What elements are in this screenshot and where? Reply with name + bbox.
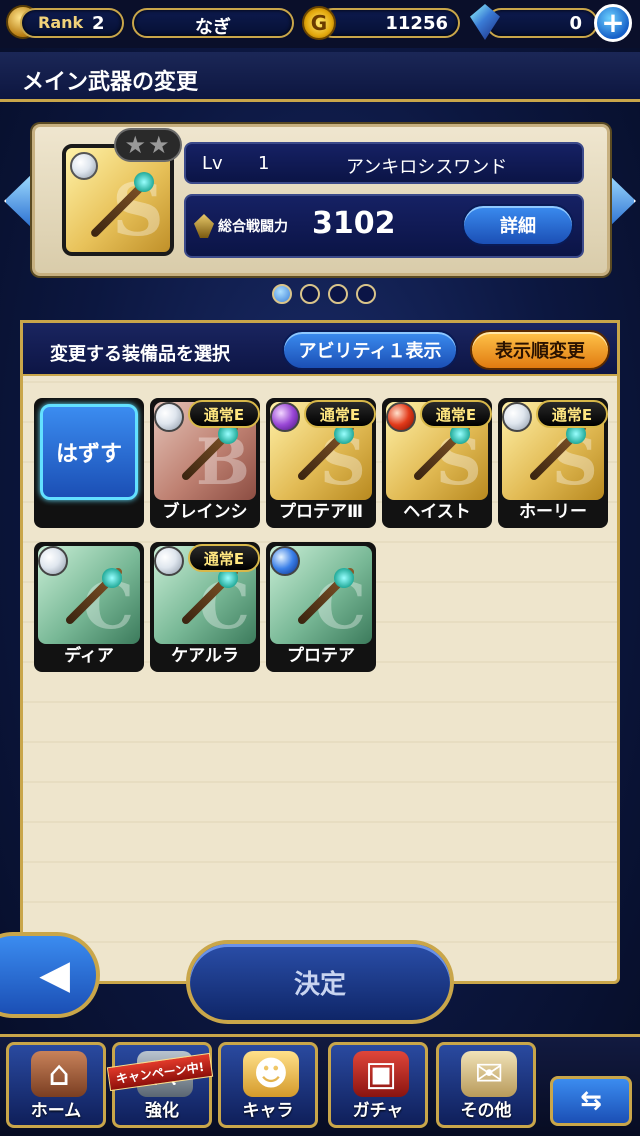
- gem-pill: 0: [486, 8, 598, 38]
- back-button[interactable]: ◀: [0, 932, 100, 1018]
- weapon-tile[interactable]: S 通常E ヘイスト: [382, 398, 492, 528]
- detail-button[interactable]: 詳細: [462, 204, 574, 246]
- ability-badge: 通常E: [420, 400, 492, 428]
- prev-arrow-icon[interactable]: [4, 172, 34, 230]
- weapon-tile[interactable]: B 通常E ブレインシ: [150, 398, 260, 528]
- unequip-tile[interactable]: はずす: [34, 398, 144, 528]
- status-bar: Rank 2 なぎ 11256 G 0 +: [0, 0, 640, 48]
- nav-item-label: 強化: [145, 1101, 179, 1121]
- weapon-tile-label: ヘイスト: [403, 502, 471, 522]
- weapon-tile[interactable]: S 通常E ホーリー: [498, 398, 608, 528]
- page-dot[interactable]: [272, 284, 292, 304]
- page-dot[interactable]: [328, 284, 348, 304]
- weapon-tile[interactable]: C ディア: [34, 542, 144, 672]
- blue-orb-icon: [270, 546, 300, 576]
- weapon-head-icon: [334, 568, 354, 588]
- nav-item-label: キャラ: [242, 1101, 294, 1121]
- weapon-tile-label: プロテアⅢ: [278, 502, 364, 522]
- nav-item-other[interactable]: ✉ その他: [436, 1042, 536, 1128]
- weapon-tile-label: ディア: [64, 646, 114, 666]
- nav-item-label: ホーム: [30, 1101, 82, 1121]
- weapon-tile-label: ホーリー: [519, 502, 587, 522]
- nav-item-label: その他: [460, 1101, 512, 1121]
- white-orb-icon: [154, 402, 184, 432]
- rank-value: 2: [92, 13, 105, 34]
- chest-icon: ▣: [353, 1051, 409, 1097]
- weapon-tile[interactable]: C 通常E ケアルラ: [150, 542, 260, 672]
- nav-item-label: ガチャ: [352, 1101, 404, 1121]
- rank-pill: Rank 2: [20, 8, 124, 38]
- level-row: Lv 1 アンキロシスワンド: [184, 142, 584, 184]
- power-crest-icon: [194, 214, 214, 238]
- nav-item-home[interactable]: ⌂ ホーム: [6, 1042, 106, 1128]
- ability-badge: 通常E: [188, 400, 260, 428]
- gil-icon: G: [302, 6, 336, 40]
- white-orb-icon: [502, 402, 532, 432]
- next-arrow-icon[interactable]: [606, 172, 636, 230]
- weapon-tile[interactable]: S 通常E プロテアⅢ: [266, 398, 376, 528]
- page-dot[interactable]: [300, 284, 320, 304]
- page-dot[interactable]: [356, 284, 376, 304]
- confirm-button[interactable]: 決定: [186, 940, 454, 1024]
- white-orb-icon: [38, 546, 68, 576]
- player-name: なぎ: [195, 17, 231, 38]
- sort-order-button[interactable]: 表示順変更: [470, 330, 610, 370]
- star-rating: ★★: [114, 128, 182, 162]
- nav-item-gacha[interactable]: ▣ ガチャ: [328, 1042, 428, 1128]
- weapon-name: アンキロシスワンド: [346, 157, 508, 178]
- page-indicator: [272, 284, 376, 304]
- title-bar: メイン武器の変更: [0, 52, 640, 102]
- ability-badge: 通常E: [536, 400, 608, 428]
- page-title: メイン武器の変更: [22, 70, 199, 95]
- purple-orb-icon: [270, 402, 300, 432]
- ability-badge: 通常E: [188, 544, 260, 572]
- gil-pill: 11256: [318, 8, 460, 38]
- power-label: 総合戦闘力: [218, 219, 288, 235]
- weapon-tile-label: プロテア: [287, 646, 355, 666]
- level-value: 1: [258, 153, 270, 174]
- unequip-button[interactable]: はずす: [40, 404, 138, 500]
- gil-amount: 11256: [385, 13, 448, 34]
- character-icon: ☻: [243, 1051, 299, 1097]
- staff-head-icon: [134, 172, 154, 192]
- white-orb-icon: [70, 152, 98, 180]
- white-orb-icon: [154, 546, 184, 576]
- rank-label: Rank: [38, 13, 84, 32]
- weapon-head-icon: [102, 568, 122, 588]
- player-name-pill: なぎ: [132, 8, 294, 38]
- weapon-tile-label: ブレインシ: [162, 502, 248, 522]
- power-value: 3102: [312, 206, 396, 241]
- add-gem-button[interactable]: +: [594, 4, 632, 42]
- gem-amount: 0: [569, 13, 582, 34]
- ability-display-button[interactable]: アビリティ１表示: [282, 330, 458, 370]
- selection-header-label: 変更する装備品を選択: [50, 344, 230, 365]
- level-label: Lv: [202, 153, 223, 174]
- house-icon: ⌂: [31, 1051, 87, 1097]
- ability-badge: 通常E: [304, 400, 376, 428]
- weapon-tile-label: ケアルラ: [171, 646, 239, 666]
- red-orb-icon: [386, 402, 416, 432]
- weapon-tile[interactable]: C プロテア: [266, 542, 376, 672]
- switch-icon[interactable]: ⇆: [550, 1076, 632, 1126]
- nav-item-character[interactable]: ☻ キャラ: [218, 1042, 318, 1128]
- scroll-icon: ✉: [461, 1051, 517, 1097]
